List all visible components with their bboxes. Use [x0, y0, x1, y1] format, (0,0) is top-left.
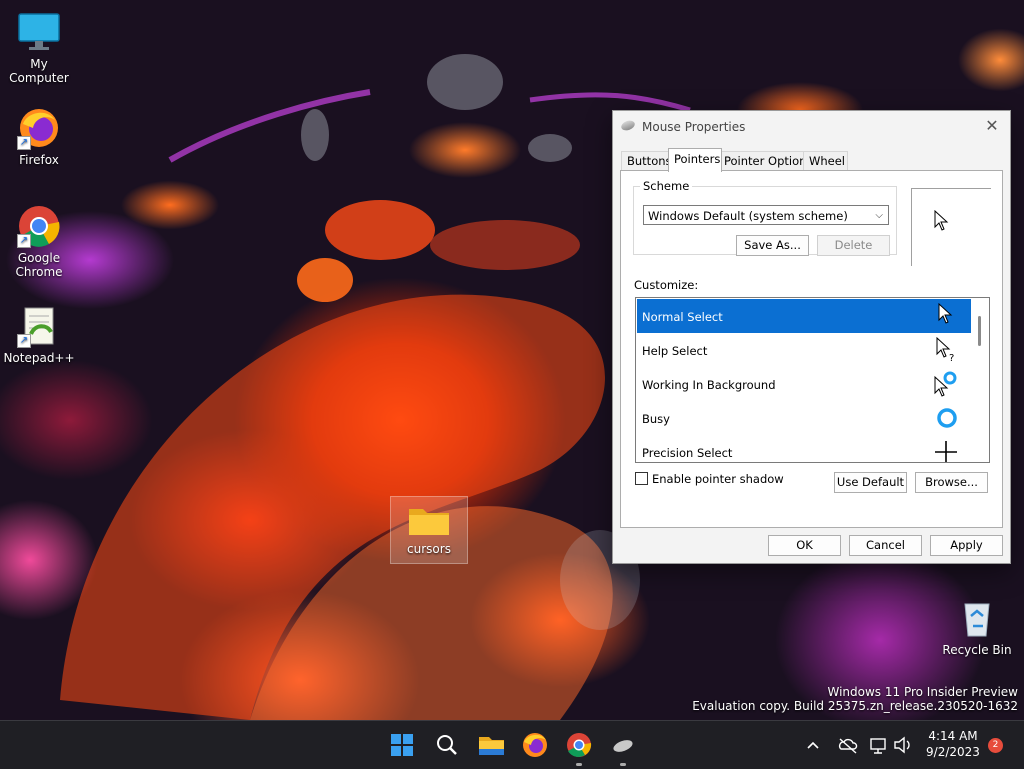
- desktop-icon-notepad-plus-plus[interactable]: ↗ Notepad++: [0, 304, 78, 365]
- checkbox-box[interactable]: [635, 472, 648, 485]
- search-button[interactable]: [431, 729, 463, 761]
- use-default-button[interactable]: Use Default: [834, 472, 907, 493]
- list-item[interactable]: Busy: [637, 401, 971, 435]
- tab-pointer-options[interactable]: Pointer Options: [718, 151, 812, 171]
- svg-text:?: ?: [949, 353, 954, 363]
- chrome-taskbar-button[interactable]: [563, 729, 595, 766]
- mouse-properties-window: Mouse Properties ✕ Buttons Pointers Poin…: [612, 110, 1011, 564]
- scrollbar-thumb[interactable]: [978, 316, 981, 346]
- shortcut-arrow-icon: ↗: [17, 334, 31, 348]
- clock[interactable]: 4:14 AM 9/2/2023: [922, 729, 984, 759]
- list-item[interactable]: Normal Select: [637, 299, 971, 333]
- cloud-offline-icon: [838, 738, 858, 754]
- recycle-bin-icon: [955, 596, 999, 640]
- notepad-plus-plus-icon: ↗: [17, 304, 61, 348]
- pointer-name: Help Select: [642, 344, 708, 358]
- help-cursor-icon: ?: [936, 337, 954, 363]
- taskbar: 4:14 AM 9/2/2023 2: [0, 720, 1024, 769]
- crosshair-cursor-icon: [935, 441, 957, 462]
- start-button[interactable]: [386, 729, 418, 761]
- save-as-button[interactable]: Save As...: [736, 235, 809, 256]
- list-scrollbar[interactable]: [972, 299, 988, 461]
- network-button[interactable]: [868, 729, 890, 761]
- show-hidden-icons-button[interactable]: [801, 729, 825, 761]
- title-bar[interactable]: Mouse Properties ✕: [613, 111, 1010, 141]
- network-status-button[interactable]: [836, 729, 860, 761]
- notification-badge[interactable]: 2: [988, 738, 1003, 753]
- scheme-selected-value: Windows Default (system scheme): [648, 209, 848, 223]
- pointer-name: Normal Select: [642, 310, 723, 324]
- firefox-taskbar-button[interactable]: [519, 729, 551, 761]
- notification-count: 2: [992, 740, 999, 750]
- chevron-up-icon: [807, 741, 819, 749]
- desktop-icon-label: Recycle Bin: [942, 643, 1012, 657]
- mouse-properties-taskbar-button[interactable]: [607, 729, 639, 766]
- tab-pointers[interactable]: Pointers: [668, 148, 722, 172]
- checkbox-label: Enable pointer shadow: [652, 472, 784, 486]
- speaker-icon: [894, 736, 910, 754]
- ok-button[interactable]: OK: [768, 535, 841, 556]
- chrome-icon: [567, 733, 592, 757]
- volume-button[interactable]: [892, 729, 914, 761]
- list-item[interactable]: Help Select ?: [637, 333, 971, 367]
- cancel-button[interactable]: Cancel: [849, 535, 922, 556]
- tab-wheel[interactable]: Wheel: [803, 151, 848, 171]
- monitor-icon: [17, 10, 61, 54]
- tab-buttons[interactable]: Buttons: [621, 151, 672, 171]
- apply-button[interactable]: Apply: [930, 535, 1003, 556]
- list-item[interactable]: Precision Select: [637, 435, 971, 462]
- pointer-name: Precision Select: [642, 446, 733, 460]
- pointer-list[interactable]: Normal Select Help Select ? Working In B…: [635, 297, 990, 463]
- windows-logo-icon: [391, 734, 413, 756]
- browse-button[interactable]: Browse...: [915, 472, 988, 493]
- pointers-tab-panel: Scheme Windows Default (system scheme) ⌵…: [620, 170, 1003, 528]
- search-icon: [437, 735, 457, 755]
- scheme-legend: Scheme: [643, 179, 690, 193]
- desktop-icon-recycle-bin[interactable]: Recycle Bin: [938, 596, 1016, 657]
- desktop-icon-cursors-folder[interactable]: cursors: [390, 496, 468, 564]
- desktop-icon-google-chrome[interactable]: ↗ Google Chrome: [0, 204, 78, 279]
- delete-button[interactable]: Delete: [817, 235, 890, 256]
- close-icon[interactable]: ✕: [982, 116, 1002, 136]
- list-item[interactable]: Working In Background: [637, 367, 971, 401]
- clock-time: 4:14 AM: [928, 729, 978, 743]
- pointer-name: Busy: [642, 412, 670, 426]
- desktop-icon-label: Firefox: [19, 153, 59, 167]
- evaluation-watermark: Windows 11 Pro Insider Preview Evaluatio…: [692, 685, 1018, 713]
- arrow-cursor-icon: [938, 303, 953, 324]
- firefox-icon: ↗: [17, 106, 61, 150]
- chrome-icon: ↗: [17, 204, 61, 248]
- pointer-name: Working In Background: [642, 378, 776, 392]
- desktop-icon-label: Notepad++: [3, 351, 75, 365]
- clock-date: 9/2/2023: [926, 745, 980, 759]
- running-indicator: [576, 763, 582, 766]
- running-indicator: [620, 763, 626, 766]
- watermark-line-1: Windows 11 Pro Insider Preview: [827, 685, 1018, 699]
- folder-icon: [407, 501, 451, 539]
- busy-cursor-icon: [937, 408, 957, 428]
- working-cursor-icon: [934, 371, 957, 397]
- mouse-icon: [613, 740, 633, 752]
- enable-pointer-shadow-checkbox[interactable]: Enable pointer shadow: [635, 472, 784, 486]
- desktop-icon-label: cursors: [407, 542, 451, 556]
- desktop-icon-my-computer[interactable]: My Computer: [0, 10, 78, 85]
- shortcut-arrow-icon: ↗: [17, 136, 31, 150]
- arrow-cursor-icon: [934, 210, 949, 231]
- folder-icon: [479, 737, 504, 755]
- cursor-preview: [911, 188, 991, 266]
- desktop-icon-label: My Computer: [9, 57, 69, 85]
- desktop-icon-label: Google Chrome: [15, 251, 63, 279]
- watermark-line-2: Evaluation copy. Build 25375.zn_release.…: [692, 699, 1018, 713]
- window-title: Mouse Properties: [642, 120, 746, 134]
- firefox-icon: [523, 733, 547, 757]
- customize-label: Customize:: [634, 278, 699, 292]
- file-explorer-button[interactable]: [475, 729, 507, 761]
- mouse-icon: [619, 118, 637, 133]
- scheme-dropdown[interactable]: Windows Default (system scheme) ⌵: [643, 205, 889, 225]
- chevron-down-icon: ⌵: [875, 210, 883, 221]
- desktop-icon-firefox[interactable]: ↗ Firefox: [0, 106, 78, 167]
- shortcut-arrow-icon: ↗: [17, 234, 31, 248]
- network-icon: [870, 738, 886, 754]
